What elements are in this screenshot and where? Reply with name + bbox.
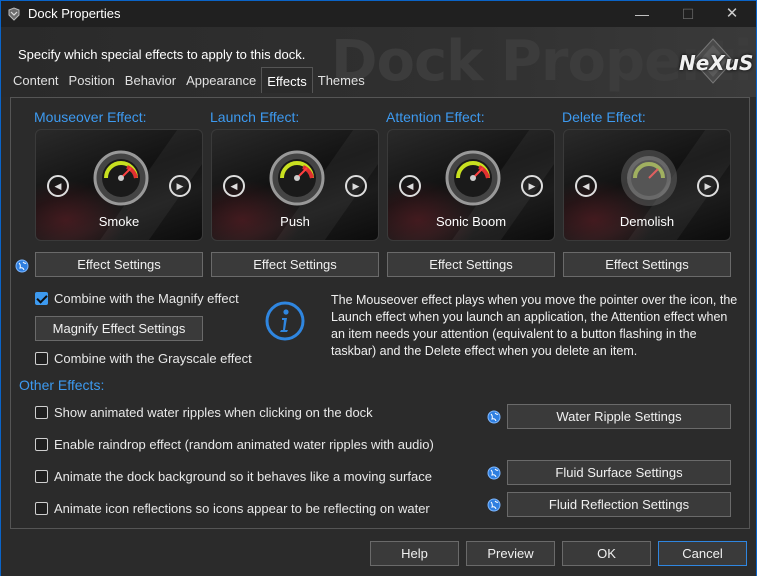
water-ripple-settings-button[interactable]: Water Ripple Settings (507, 404, 731, 429)
next-effect-icon[interactable]: ▶ (521, 175, 543, 197)
mouseover-effect-settings-button[interactable]: Effect Settings (35, 252, 203, 277)
tab-content[interactable]: Content (8, 69, 64, 93)
combine-grayscale-label: Combine with the Grayscale effect (54, 351, 252, 366)
checkbox-unchecked-icon[interactable] (35, 352, 48, 365)
close-button[interactable]: ✕ (709, 1, 755, 27)
preview-button[interactable]: Preview (466, 541, 555, 566)
raindrop-effect-label: Enable raindrop effect (random animated … (54, 437, 434, 452)
title-bar[interactable]: Dock Properties — ☐ ✕ (1, 1, 756, 27)
other-effects-title: Other Effects: (19, 377, 105, 393)
mouseover-effect-name: Smoke (98, 214, 140, 229)
previous-effect-icon[interactable]: ◀ (223, 175, 245, 197)
globe-icon[interactable] (15, 259, 29, 273)
checkbox-checked-icon[interactable] (35, 292, 48, 305)
next-effect-icon[interactable]: ▶ (169, 175, 191, 197)
water-reflections-label: Animate icon reflections so icons appear… (54, 501, 430, 516)
tab-position[interactable]: Position (64, 69, 120, 93)
delete-effect-title: Delete Effect: (562, 109, 646, 125)
launch-effect-title: Launch Effect: (210, 109, 300, 125)
water-ripples-checkbox[interactable]: Show animated water ripples when clickin… (35, 405, 373, 420)
combine-magnify-label: Combine with the Magnify effect (54, 291, 239, 306)
water-ripples-label: Show animated water ripples when clickin… (54, 405, 373, 420)
launch-effect-preview: ◀ ▶ Push (211, 129, 379, 241)
fluid-surface-settings-button[interactable]: Fluid Surface Settings (507, 460, 731, 485)
nexus-logo-text: NeXuS (679, 51, 754, 75)
tab-effects[interactable]: Effects (261, 67, 313, 93)
attention-effect-settings-button[interactable]: Effect Settings (387, 252, 555, 277)
checkbox-unchecked-icon[interactable] (35, 406, 48, 419)
mouseover-effect-title: Mouseover Effect: (34, 109, 147, 125)
launch-effect-settings-button[interactable]: Effect Settings (211, 252, 379, 277)
ok-button[interactable]: OK (562, 541, 651, 566)
previous-effect-icon[interactable]: ◀ (47, 175, 69, 197)
maximize-button[interactable]: ☐ (665, 1, 711, 27)
info-icon (265, 301, 305, 341)
attention-effect-preview: ◀ ▶ Sonic Boom (387, 129, 555, 241)
gauge-icon (269, 150, 325, 206)
next-effect-icon[interactable]: ▶ (345, 175, 367, 197)
mouseover-effect-preview: ◀ ▶ Smoke (35, 129, 203, 241)
tab-appearance[interactable]: Appearance (181, 69, 261, 93)
moving-surface-checkbox[interactable]: Animate the dock background so it behave… (35, 469, 432, 484)
water-reflections-checkbox[interactable]: Animate icon reflections so icons appear… (35, 501, 430, 516)
globe-icon[interactable] (487, 410, 501, 424)
checkbox-unchecked-icon[interactable] (35, 502, 48, 515)
gauge-icon (93, 150, 149, 206)
next-effect-icon[interactable]: ▶ (697, 175, 719, 197)
globe-icon[interactable] (487, 498, 501, 512)
demolished-gauge-icon (621, 150, 677, 206)
attention-effect-name: Sonic Boom (435, 214, 507, 229)
fluid-reflection-settings-button[interactable]: Fluid Reflection Settings (507, 492, 731, 517)
tab-themes[interactable]: Themes (313, 69, 370, 93)
header-subtitle: Specify which special effects to apply t… (18, 47, 306, 62)
globe-icon[interactable] (487, 466, 501, 480)
tab-bar: Content Position Behavior Appearance Eff… (8, 67, 370, 93)
previous-effect-icon[interactable]: ◀ (575, 175, 597, 197)
tab-behavior[interactable]: Behavior (120, 69, 181, 93)
delete-effect-name: Demolish (619, 214, 675, 229)
previous-effect-icon[interactable]: ◀ (399, 175, 421, 197)
window-title: Dock Properties (28, 6, 121, 21)
delete-effect-settings-button[interactable]: Effect Settings (563, 252, 731, 277)
cancel-button[interactable]: Cancel (658, 541, 747, 566)
help-button[interactable]: Help (370, 541, 459, 566)
dock-properties-window: Dock Properties — ☐ ✕ Dock Properties Sp… (0, 0, 757, 576)
attention-effect-title: Attention Effect: (386, 109, 485, 125)
delete-effect-preview: ◀ ▶ Demolish (563, 129, 731, 241)
combine-grayscale-checkbox[interactable]: Combine with the Grayscale effect (35, 351, 252, 366)
nexus-app-icon (8, 7, 20, 21)
launch-effect-name: Push (280, 214, 310, 229)
checkbox-unchecked-icon[interactable] (35, 438, 48, 451)
raindrop-effect-checkbox[interactable]: Enable raindrop effect (random animated … (35, 437, 434, 452)
checkbox-unchecked-icon[interactable] (35, 470, 48, 483)
effects-info-text: The Mouseover effect plays when you move… (331, 293, 738, 358)
magnify-effect-settings-button[interactable]: Magnify Effect Settings (35, 316, 203, 341)
gauge-icon (445, 150, 501, 206)
minimize-button[interactable]: — (619, 1, 665, 27)
moving-surface-label: Animate the dock background so it behave… (54, 469, 432, 484)
combine-magnify-checkbox[interactable]: Combine with the Magnify effect (35, 291, 239, 306)
